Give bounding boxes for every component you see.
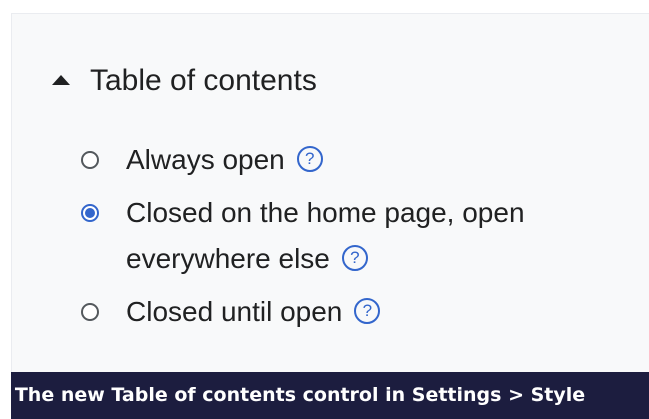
toc-options-group: Always open? Closed on the home page, op… — [74, 137, 634, 335]
option-label: Always open — [126, 144, 285, 175]
toc-section-toggle[interactable]: Table of contents — [52, 64, 317, 98]
help-icon[interactable]: ? — [354, 297, 381, 324]
collapse-triangle-icon[interactable] — [52, 75, 70, 85]
caption-banner: The new Table of contents control in Set… — [11, 372, 649, 419]
help-icon[interactable]: ? — [296, 145, 323, 172]
option-always-open[interactable]: Always open? — [74, 137, 634, 183]
radio-closed-until-open[interactable] — [81, 303, 99, 321]
option-closed-on-home[interactable]: Closed on the home page, open everywhere… — [74, 190, 634, 282]
help-icon[interactable]: ? — [341, 244, 368, 271]
settings-panel: Table of contents Always open? Closed on… — [11, 13, 649, 372]
option-label: Closed until open — [126, 296, 343, 327]
radio-closed-on-home[interactable] — [81, 204, 99, 222]
option-closed-until-open[interactable]: Closed until open? — [74, 289, 634, 335]
section-title: Table of contents — [90, 64, 317, 97]
option-label: Closed on the home page, open everywhere… — [126, 197, 525, 274]
radio-always-open[interactable] — [81, 151, 99, 169]
